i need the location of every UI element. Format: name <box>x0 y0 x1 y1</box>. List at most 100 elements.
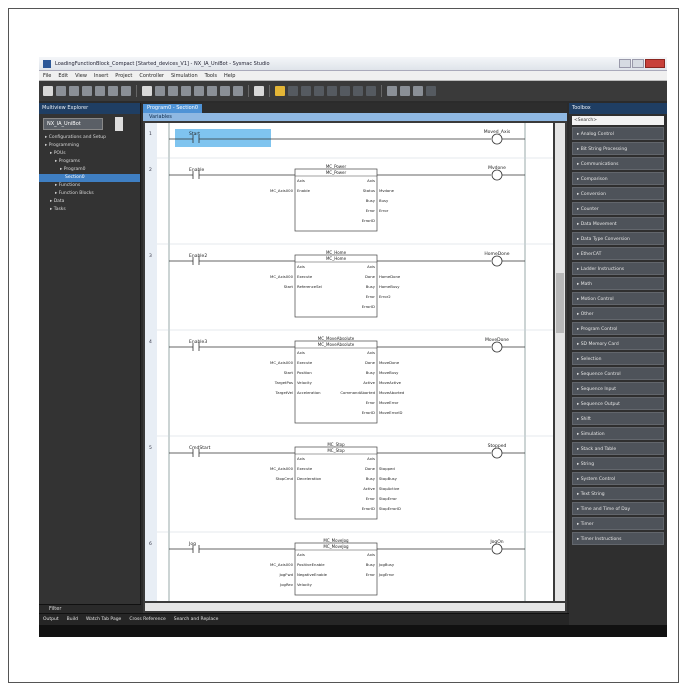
differential-icon[interactable] <box>353 86 363 96</box>
cut-icon[interactable] <box>82 86 92 96</box>
menu-file[interactable]: File <box>43 73 51 79</box>
search-icon[interactable] <box>387 86 397 96</box>
toolbox-category[interactable]: ▸ Simulation <box>572 427 664 440</box>
filter-button[interactable]: Filter <box>39 604 141 613</box>
menu-tools[interactable]: Tools <box>205 73 217 79</box>
menu-help[interactable]: Help <box>224 73 235 79</box>
tree-node[interactable]: ▸ Data <box>39 198 140 206</box>
device-scroll-handle[interactable] <box>115 117 123 131</box>
maximize-icon[interactable] <box>632 59 644 68</box>
toolbox-category[interactable]: ▸ System Control <box>572 472 664 485</box>
tab-program0-section0[interactable]: Program0 - Section0 <box>143 104 203 113</box>
toolbox-category[interactable]: ▸ Sequence Control <box>572 367 664 380</box>
contact-label: Enable3 <box>189 339 207 345</box>
toolbox-category[interactable]: ▸ Conversion <box>572 187 664 200</box>
ladder-diagram[interactable]: 1 Start Moved_Axis2 EnableMC_PowerMC_PowerA… <box>145 123 553 601</box>
toolbox-category[interactable]: ▸ Communications <box>572 157 664 170</box>
zoom-out-icon[interactable] <box>413 86 423 96</box>
toolbox-category[interactable]: ▸ Math <box>572 277 664 290</box>
reset-icon[interactable] <box>301 86 311 96</box>
output-coil <box>491 133 503 145</box>
synchronize-icon[interactable] <box>181 86 191 96</box>
menu-simulation[interactable]: Simulation <box>171 73 198 79</box>
device-selector[interactable]: NX_IA_UniBot <box>43 117 136 131</box>
online-icon[interactable] <box>155 86 165 96</box>
toolbox-category[interactable]: ▸ Program Control <box>572 322 664 335</box>
tab-search-replace[interactable]: Search and Replace <box>174 617 219 622</box>
menu-view[interactable]: View <box>75 73 87 79</box>
run-mode-icon[interactable] <box>220 86 230 96</box>
set-icon[interactable] <box>288 86 298 96</box>
warning-icon[interactable] <box>275 86 285 96</box>
tree-node[interactable]: ▸ POUs <box>39 150 140 158</box>
open-icon[interactable] <box>56 86 66 96</box>
menu-insert[interactable]: Insert <box>94 73 108 79</box>
toolbox-category[interactable]: ▸ Timer Instructions <box>572 532 664 545</box>
toolbox-category[interactable]: ▸ Data Movement <box>572 217 664 230</box>
horizontal-scrollbar[interactable] <box>145 603 565 611</box>
tree-node[interactable]: Section0 <box>39 174 140 182</box>
force-cancel-icon[interactable] <box>340 86 350 96</box>
tab-cross-reference[interactable]: Cross Reference <box>129 617 165 622</box>
menu-project[interactable]: Project <box>115 73 132 79</box>
tree-node[interactable]: ▸ Tasks <box>39 206 140 214</box>
minimize-icon[interactable] <box>619 59 631 68</box>
toolbox-category[interactable]: ▸ Text String <box>572 487 664 500</box>
paste-icon[interactable] <box>108 86 118 96</box>
toolbox-category[interactable]: ▸ Ladder Instructions <box>572 262 664 275</box>
tree-node[interactable]: ▸ Programming <box>39 142 140 150</box>
scroll-thumb[interactable] <box>556 273 564 333</box>
force-off-icon[interactable] <box>327 86 337 96</box>
monitor-icon[interactable] <box>254 86 264 96</box>
toolbox-category[interactable]: ▸ Counter <box>572 202 664 215</box>
close-icon[interactable] <box>645 59 665 68</box>
tree-node[interactable]: ▸ Configurations and Setup <box>39 134 140 142</box>
undo-icon[interactable] <box>121 86 131 96</box>
tree-node[interactable]: ▸ Programs <box>39 158 140 166</box>
toolbox-category[interactable]: ▸ Sequence Input <box>572 382 664 395</box>
help-icon[interactable] <box>426 86 436 96</box>
copy-icon[interactable] <box>95 86 105 96</box>
toolbar-separator <box>248 85 249 97</box>
toolbox-category[interactable]: ▸ Comparison <box>572 172 664 185</box>
program-mode-icon[interactable] <box>207 86 217 96</box>
toolbox-category[interactable]: ▸ Shift <box>572 412 664 425</box>
toolbox-category[interactable]: ▸ Other <box>572 307 664 320</box>
toolbox-search-input[interactable]: <Search> <box>572 116 664 125</box>
toolbox-category[interactable]: ▸ Motion Control <box>572 292 664 305</box>
toolbox-category[interactable]: ▸ Timer <box>572 517 664 530</box>
toolbox-category[interactable]: ▸ EtherCAT <box>572 247 664 260</box>
tree-node[interactable]: ▸ Function Blocks <box>39 190 140 198</box>
vertical-scrollbar[interactable] <box>555 123 565 601</box>
tab-output[interactable]: Output <box>43 617 59 622</box>
new-project-icon[interactable] <box>43 86 53 96</box>
device-name[interactable]: NX_IA_UniBot <box>43 118 103 130</box>
save-icon[interactable] <box>69 86 79 96</box>
toolbox-category[interactable]: ▸ Data Type Conversion <box>572 232 664 245</box>
build-icon[interactable] <box>142 86 152 96</box>
toolbox-category[interactable]: ▸ Sequence Output <box>572 397 664 410</box>
simulation-icon[interactable] <box>233 86 243 96</box>
toolbox-category[interactable]: ▸ SD Memory Card <box>572 337 664 350</box>
ladder-editor[interactable]: 1 Start Moved_Axis 2 Enable MC_Power MC_Power A… <box>145 123 553 601</box>
tree-node[interactable]: ▸ Functions <box>39 182 140 190</box>
toolbox-category[interactable]: ▸ Bit String Processing <box>572 142 664 155</box>
menu-edit[interactable]: Edit <box>58 73 68 79</box>
zoom-in-icon[interactable] <box>400 86 410 96</box>
tab-watch[interactable]: Watch Tab Page <box>86 617 121 622</box>
tree-node[interactable]: ▸ Program0 <box>39 166 140 174</box>
force-on-icon[interactable] <box>314 86 324 96</box>
menu-controller[interactable]: Controller <box>139 73 164 79</box>
toolbox-category[interactable]: ▸ Stack and Table <box>572 442 664 455</box>
fb-output-pin: Done <box>365 466 376 471</box>
toolbox-category[interactable]: ▸ String <box>572 457 664 470</box>
tab-build[interactable]: Build <box>67 617 78 622</box>
toolbox-category[interactable]: ▸ Analog Control <box>572 127 664 140</box>
toolbox-category[interactable]: ▸ Selection <box>572 352 664 365</box>
transfer-icon[interactable] <box>194 86 204 96</box>
fb-instance: MC_MoveJog <box>323 538 349 543</box>
toolbox-category[interactable]: ▸ Time and Time of Day <box>572 502 664 515</box>
offline-icon[interactable] <box>168 86 178 96</box>
variables-bar[interactable]: Variables <box>143 113 567 121</box>
trace-icon[interactable] <box>366 86 376 96</box>
